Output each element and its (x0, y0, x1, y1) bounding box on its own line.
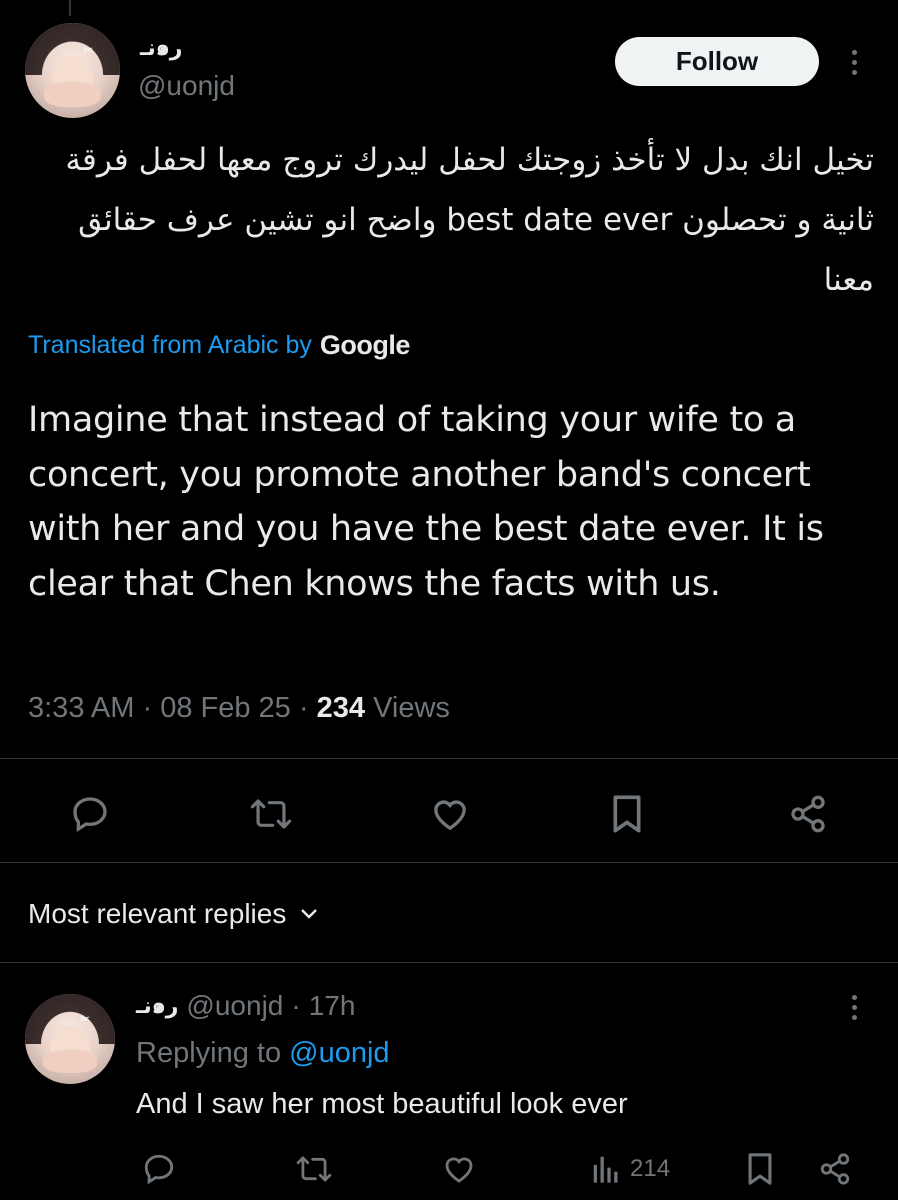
reply-action-bar: 214 (0, 1150, 898, 1194)
reply-display-name[interactable]: نـ๑ر (136, 988, 178, 1023)
views-label: Views (373, 692, 450, 724)
share-icon[interactable] (788, 794, 828, 834)
author-avatar[interactable]: ✂ (25, 23, 120, 118)
thread-connector-line (69, 0, 71, 16)
meta-separator: · (142, 692, 153, 724)
replying-to: Replying to @uonjd (136, 1037, 390, 1070)
views-count: 234 (316, 692, 365, 724)
tweet-time[interactable]: 3:33 AM (28, 692, 134, 724)
like-icon[interactable] (430, 794, 470, 834)
reply-views-count: 214 (630, 1155, 671, 1182)
meta-separator: · (291, 989, 301, 1021)
replying-to-handle-link[interactable]: @uonjd (289, 1037, 389, 1069)
replying-prefix: Replying to (136, 1037, 282, 1069)
reply-icon[interactable] (142, 1152, 176, 1186)
tweet-action-bar (0, 790, 898, 840)
views-icon (593, 1156, 618, 1183)
tweet-meta: 3:33 AM · 08 Feb 25 · 234 Views (28, 692, 450, 725)
divider (0, 862, 898, 863)
reply-icon[interactable] (70, 794, 110, 834)
author-handle[interactable]: @uonjd (138, 70, 235, 102)
reply-avatar[interactable]: ✂ (25, 994, 115, 1084)
views-stat[interactable]: 214 (592, 1154, 670, 1184)
author-display-name[interactable]: نـ๑ر (140, 30, 182, 65)
reply-handle[interactable]: @uonjd (186, 990, 283, 1022)
translation-attribution[interactable]: Translated from Arabic by Google (28, 330, 410, 361)
like-icon[interactable] (442, 1152, 476, 1186)
divider (0, 758, 898, 759)
meta-separator: · (298, 692, 309, 724)
retweet-icon[interactable] (296, 1152, 332, 1186)
reply-text: And I saw her most beautiful look ever (136, 1088, 628, 1120)
bookmark-icon[interactable] (608, 794, 646, 834)
translated-label: Translated from Arabic by (28, 331, 312, 359)
more-options-icon[interactable] (850, 50, 858, 75)
tweet-translation-text: Imagine that instead of taking your wife… (28, 400, 824, 604)
bookmark-icon[interactable] (744, 1152, 776, 1186)
follow-button[interactable]: Follow (615, 37, 819, 86)
tweet-date[interactable]: 08 Feb 25 (160, 692, 291, 724)
replies-sort-dropdown[interactable]: Most relevant replies (28, 898, 318, 930)
chevron-down-icon (301, 909, 318, 919)
replies-section-title: Most relevant replies (28, 898, 287, 929)
reply-more-options-icon[interactable] (850, 995, 858, 1020)
divider (0, 962, 898, 963)
tweet-original-text: تخيل انك بدل لا تأخذ زوجتك لحفل ليدرك تر… (65, 142, 874, 298)
retweet-icon[interactable] (250, 794, 292, 834)
google-brand: Google (319, 330, 411, 360)
share-icon[interactable] (818, 1152, 852, 1186)
reply-age[interactable]: 17h (309, 990, 356, 1022)
reply-header: نـ๑ر @uonjd · 17h (136, 988, 355, 1023)
